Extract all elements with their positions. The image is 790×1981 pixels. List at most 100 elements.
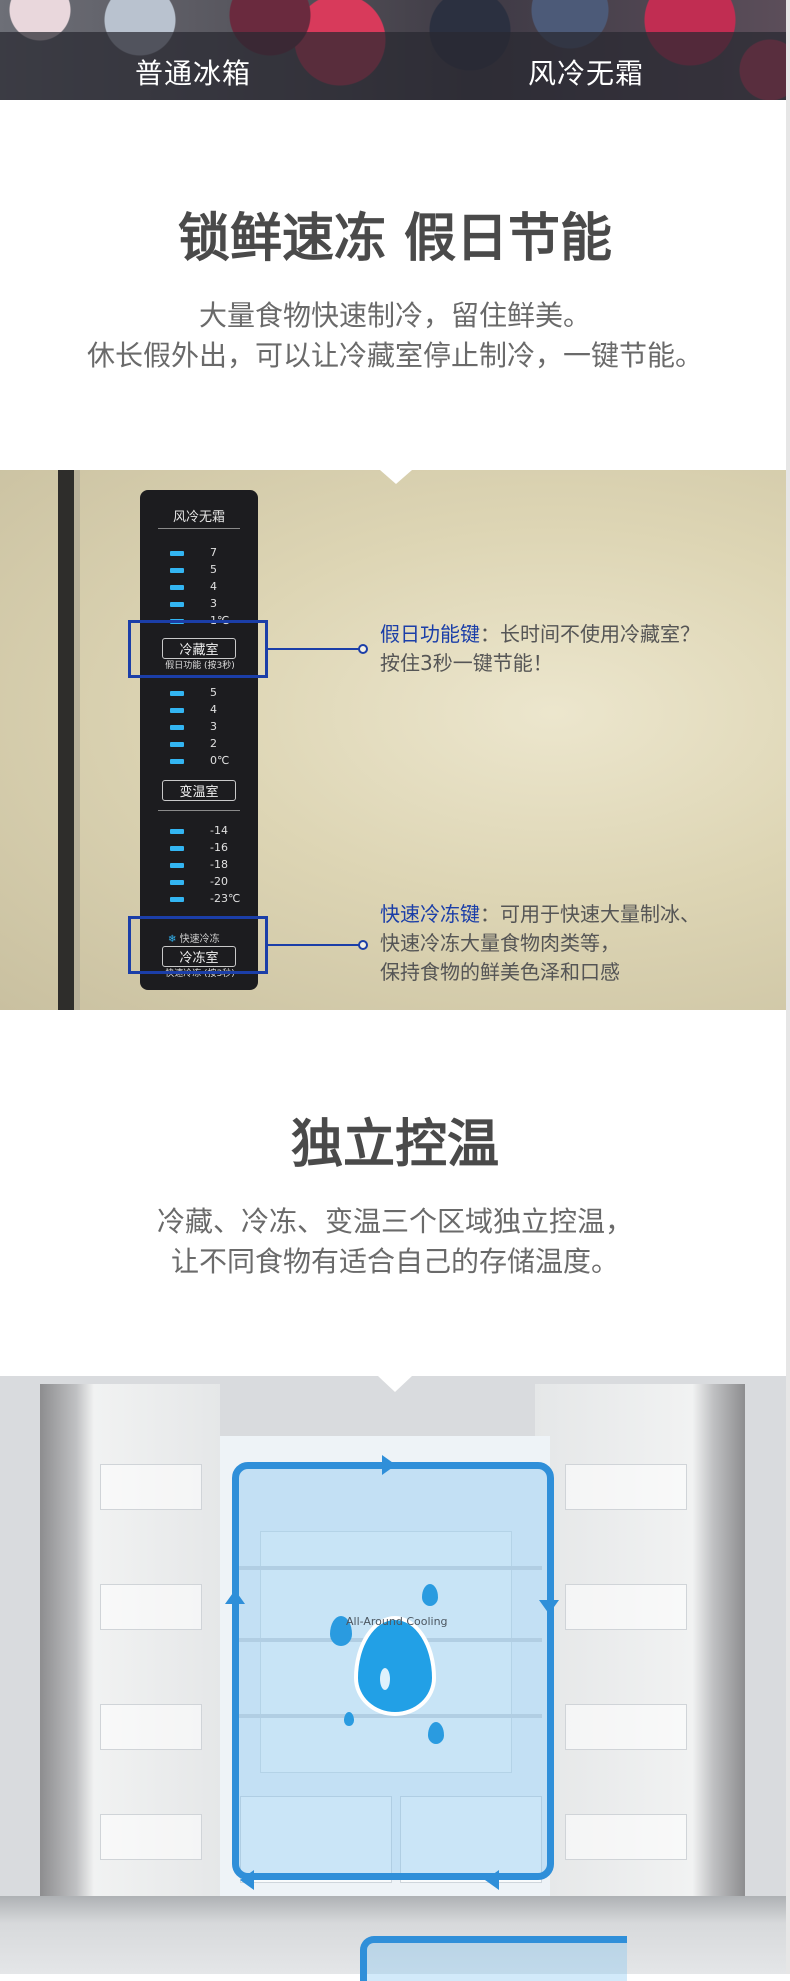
arrow-left-icon [240,1870,254,1890]
led-row: 5 [170,686,242,700]
led-indicator [170,863,184,868]
led-indicator [170,846,184,851]
door-shelf [565,1704,687,1750]
drop-highlight [380,1668,390,1690]
door-shelf [100,1464,202,1510]
display-title: 风冷无霜 [172,510,225,525]
led-row: 7 [170,546,242,560]
led-row: -23℃ [170,892,242,906]
holiday-key-line2: 按住3秒一键节能！ [380,651,553,675]
temperature-display-panel: 风冷无霜 7 5 4 3 1℃ 冷藏室 假日功能 (按3秒) 5 4 3 2 0… [140,490,258,990]
fridge-interior-photo [0,1376,790,1896]
led-value: -18 [210,858,228,871]
product-detail-page: 普通冰箱 风冷无霜 锁鲜速冻 假日节能 大量食物快速制冷，留住鲜美。 休长假外出… [0,0,790,1981]
holiday-key-name: 假日功能键 [380,622,480,646]
section-subtitle-line2: 休长假外出，可以让冷藏室停止制冷，一键节能。 [86,339,703,372]
section2-subtitle-line1: 冷藏、冷冻、变温三个区域独立控温， [156,1205,633,1238]
connector-dot [358,644,368,654]
led-row: 0℃ [170,754,242,768]
door-edge-highlight [74,470,80,1010]
holiday-key-callout: 假日功能键：长时间不使用冷藏室？ 按住3秒一键节能！ [380,620,780,678]
section-notch [378,1376,412,1392]
freezer-button-highlight [128,916,268,974]
variable-compartment-button[interactable]: 变温室 [162,780,236,801]
holiday-key-desc: ：长时间不使用冷藏室？ [480,622,700,646]
led-value: 4 [210,703,217,716]
led-value: -14 [210,824,228,837]
section-title-quick-freeze: 锁鲜速冻 假日节能 [177,209,613,269]
all-around-cooling-label: All-Around Cooling [346,1615,448,1628]
led-value: -23℃ [210,892,241,905]
quick-freeze-line2: 快速冷冻大量食物肉类等， [380,931,620,955]
led-indicator [170,829,184,834]
airflow-loop-partial [360,1936,627,1981]
led-row: -20 [170,875,242,889]
fridge-button-highlight [128,620,268,678]
led-value: 2 [210,737,217,750]
left-door [40,1384,220,1896]
banner-label-normal-fridge: 普通冰箱 [135,57,252,90]
banner-caption-bar [0,32,790,100]
led-value: 3 [210,720,217,733]
freezer-callout-connector [268,944,362,946]
control-panel-photo: 风冷无霜 7 5 4 3 1℃ 冷藏室 假日功能 (按3秒) 5 4 3 2 0… [0,470,790,1010]
led-indicator [170,585,184,590]
display-divider [158,528,240,529]
door-shelf [565,1814,687,1860]
door-shelf [100,1814,202,1860]
led-value: 3 [210,597,217,610]
arrow-up-icon [225,1590,245,1604]
led-indicator [170,691,184,696]
section-subtitle-line1: 大量食物快速制冷，留住鲜美。 [198,299,591,332]
door-shelf [565,1584,687,1630]
door-shelf [100,1704,202,1750]
led-row: 3 [170,720,242,734]
quick-freeze-key-name: 快速冷冻键 [380,902,480,926]
led-indicator [170,708,184,713]
led-indicator [170,742,184,747]
display-divider [158,810,240,811]
quick-freeze-line3: 保持食物的鲜美色泽和口感 [380,960,620,984]
fridge-callout-connector [268,648,362,650]
section2-subtitle-line2: 让不同食物有适合自己的存储温度。 [170,1245,619,1278]
led-row: 3 [170,597,242,611]
section-title-independent-temp: 独立控温 [290,1115,499,1175]
led-value: 4 [210,580,217,593]
led-row: 2 [170,737,242,751]
led-row: -14 [170,824,242,838]
led-row: 4 [170,580,242,594]
banner-label-frost-free: 风冷无霜 [528,57,645,90]
led-value: 0℃ [210,754,230,767]
led-value: -16 [210,841,228,854]
door-shelf [565,1464,687,1510]
page-scrollbar-gutter [786,0,790,1974]
led-indicator [170,725,184,730]
section-notch [380,470,412,484]
right-door [535,1384,745,1896]
led-row: -16 [170,841,242,855]
door-edge [58,470,74,1010]
led-indicator [170,880,184,885]
led-value: -20 [210,875,228,888]
door-shelf [100,1584,202,1630]
led-value: 5 [210,686,217,699]
water-drop-icon [344,1712,354,1726]
arrow-down-icon [539,1600,559,1614]
led-indicator [170,551,184,556]
arrow-right-icon [382,1455,396,1475]
led-row: 4 [170,703,242,717]
quick-freeze-desc: ：可用于快速大量制冰、 [480,902,700,926]
led-indicator [170,602,184,607]
water-drop-icon [422,1584,438,1606]
arrow-left-icon [485,1870,499,1890]
led-indicator [170,759,184,764]
led-row: 5 [170,563,242,577]
led-indicator [170,568,184,573]
led-row: -18 [170,858,242,872]
led-indicator [170,897,184,902]
led-value: 5 [210,563,217,576]
water-drop-icon [428,1722,444,1744]
quick-freeze-callout: 快速冷冻键：可用于快速大量制冰、 快速冷冻大量食物肉类等， 保持食物的鲜美色泽和… [380,900,780,987]
connector-dot [358,940,368,950]
led-value: 7 [210,546,217,559]
